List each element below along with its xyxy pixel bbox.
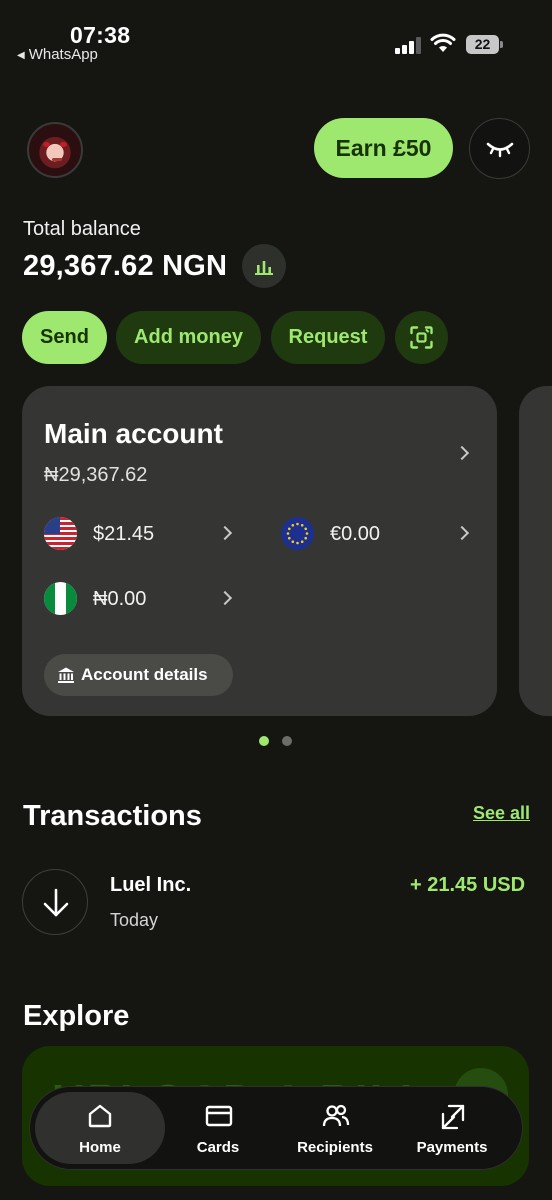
nav-recipients[interactable]: Recipients bbox=[270, 1092, 400, 1164]
payments-icon bbox=[441, 1104, 465, 1130]
wifi-icon bbox=[430, 33, 456, 52]
bank-icon bbox=[58, 667, 74, 683]
signal-icon bbox=[395, 36, 423, 54]
nav-cards-label: Cards bbox=[196, 1139, 240, 1156]
bottom-nav: Home Cards Recipients Payments bbox=[29, 1086, 523, 1170]
chevron-right-icon bbox=[454, 445, 470, 461]
chevron-right-icon bbox=[454, 525, 470, 541]
account-balance: ₦29,367.62 bbox=[44, 464, 148, 486]
status-bar: 07:38 ◀ WhatsApp 22 bbox=[0, 0, 552, 80]
add-money-button[interactable]: Add money bbox=[116, 311, 261, 364]
scan-icon bbox=[410, 326, 433, 349]
card-icon bbox=[205, 1105, 233, 1127]
main-account-card[interactable]: Main account ₦29,367.62 $21.45 €0.00 ₦0.… bbox=[22, 386, 497, 716]
account-details-label: Account details bbox=[81, 665, 208, 684]
nav-payments[interactable]: Payments bbox=[387, 1092, 517, 1164]
page-dot bbox=[282, 736, 292, 746]
closed-eye-icon bbox=[486, 142, 514, 158]
total-balance-value: 29,367.62 NGN bbox=[23, 250, 228, 282]
explore-heading: Explore bbox=[23, 1000, 130, 1032]
request-button[interactable]: Request bbox=[271, 311, 385, 364]
balance-insights-button[interactable] bbox=[242, 244, 286, 288]
account-details-button[interactable]: Account details bbox=[44, 654, 233, 696]
transaction-icon bbox=[22, 869, 88, 935]
battery-level: 22 bbox=[466, 35, 499, 54]
transaction-name: Luel Inc. bbox=[110, 874, 192, 896]
currency-amount: $21.45 bbox=[93, 523, 155, 545]
page-dot-active bbox=[259, 736, 269, 746]
currency-amount: ₦0.00 bbox=[93, 588, 147, 610]
nav-recipients-label: Recipients bbox=[297, 1139, 373, 1156]
currency-row-ngn[interactable]: ₦0.00 bbox=[44, 582, 234, 616]
see-all-link[interactable]: See all bbox=[473, 803, 530, 824]
back-app-label: WhatsApp bbox=[28, 46, 98, 63]
chevron-right-icon bbox=[217, 590, 233, 606]
currency-row-usd[interactable]: $21.45 bbox=[44, 517, 234, 551]
recipients-icon bbox=[322, 1104, 350, 1127]
account-title: Main account bbox=[44, 418, 223, 449]
nav-home-label: Home bbox=[79, 1139, 121, 1156]
status-time: 07:38 bbox=[70, 22, 131, 48]
earn-referral-button[interactable]: Earn £50 bbox=[314, 118, 453, 178]
hide-balance-button[interactable] bbox=[469, 118, 530, 179]
back-arrow-icon: ◀ bbox=[17, 50, 25, 61]
us-flag-icon bbox=[44, 517, 77, 550]
profile-avatar[interactable] bbox=[27, 122, 83, 178]
transaction-amount: + 21.45 USD bbox=[410, 874, 526, 896]
ng-flag-icon bbox=[44, 582, 77, 615]
arrow-down-icon bbox=[43, 888, 69, 917]
battery-icon: 22 bbox=[466, 35, 503, 54]
back-to-app-link[interactable]: ◀ WhatsApp bbox=[17, 46, 98, 63]
transaction-date: Today bbox=[110, 910, 159, 930]
send-button[interactable]: Send bbox=[22, 311, 107, 364]
bar-chart-icon bbox=[255, 261, 273, 275]
chevron-right-icon bbox=[217, 525, 233, 541]
nav-home[interactable]: Home bbox=[35, 1092, 165, 1164]
transactions-heading: Transactions bbox=[23, 800, 202, 832]
nav-payments-label: Payments bbox=[416, 1139, 488, 1156]
scan-button[interactable] bbox=[395, 311, 448, 364]
nav-cards[interactable]: Cards bbox=[153, 1092, 283, 1164]
currency-row-eur[interactable]: €0.00 bbox=[281, 517, 471, 551]
total-balance-label: Total balance bbox=[23, 218, 141, 240]
home-icon bbox=[88, 1104, 112, 1128]
eu-flag-icon bbox=[281, 517, 314, 550]
currency-amount: €0.00 bbox=[330, 523, 381, 545]
next-account-card[interactable] bbox=[519, 386, 552, 716]
